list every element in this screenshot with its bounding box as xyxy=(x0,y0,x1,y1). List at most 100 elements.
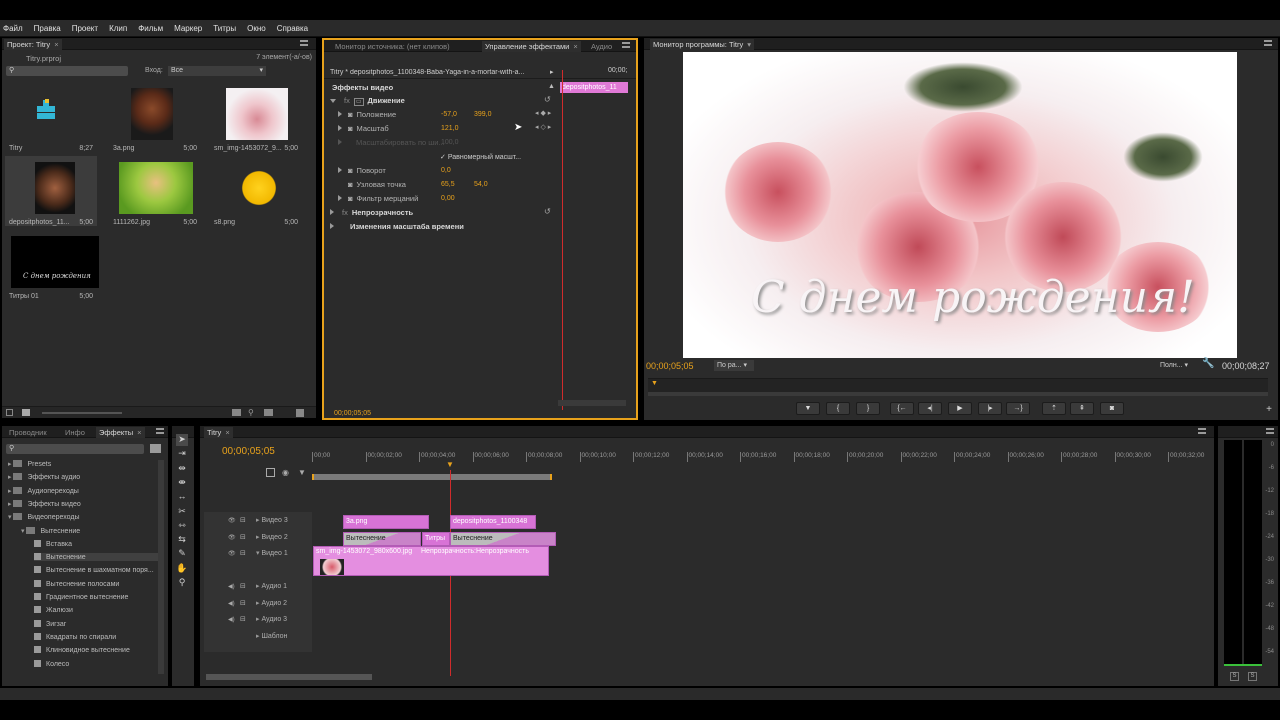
search-icon[interactable]: ⚲ xyxy=(248,408,254,417)
search-input[interactable]: ⚲ xyxy=(6,66,128,76)
project-item-titry[interactable]: Titry 8;27 xyxy=(5,82,97,152)
menu-item[interactable]: Маркер xyxy=(174,24,202,33)
eye-icon[interactable]: 👁 xyxy=(228,534,240,541)
timeline-playhead-marker[interactable]: ▼ xyxy=(446,460,454,469)
opacity-row[interactable]: fx Непрозрачность xyxy=(330,206,413,219)
eye-icon[interactable]: 👁 xyxy=(228,550,240,557)
project-item-sm-img[interactable]: sm_img-1453072_9... 5;00 xyxy=(210,82,302,152)
track-header[interactable]: ◀) ⊟ ▸ Аудио 3 xyxy=(228,615,287,623)
effects-item[interactable]: Вставка xyxy=(34,539,72,548)
play-button[interactable]: ▶ xyxy=(948,402,972,415)
sync-lock-icon[interactable]: ⊟ xyxy=(240,533,256,541)
flicker-row[interactable]: ◙ Фильтр мерцаний xyxy=(338,192,418,205)
keyframe-nav-icon[interactable]: ◂ ◆ ▸ xyxy=(535,109,551,117)
transition-wipe-2[interactable]: Вытеснение xyxy=(450,532,556,546)
project-item-3a[interactable]: 3a.png 5;00 xyxy=(109,82,201,152)
rotation-value[interactable]: 0,0 xyxy=(441,167,451,174)
tab-program-monitor[interactable]: Монитор программы: Titry ▾ xyxy=(650,39,755,50)
effects-item[interactable]: Зигзаг xyxy=(34,619,66,628)
effects-folder[interactable]: ▸ Presets xyxy=(8,460,51,468)
program-zoom-bar[interactable] xyxy=(648,392,1268,396)
track-header[interactable]: 👁 ⊟ ▸ Видео 3 xyxy=(228,516,288,524)
menu-item[interactable]: Окно xyxy=(247,24,266,33)
sync-lock-icon[interactable]: ⊟ xyxy=(240,615,256,623)
track-header[interactable]: ◀) ⊟ ▸ Аудио 2 xyxy=(228,599,287,607)
clip-depositphotos[interactable]: depositphotos_1100348 xyxy=(450,515,536,529)
clip-3a-png[interactable]: 3a.png xyxy=(343,515,429,529)
track-header[interactable]: ▸ Шаблон xyxy=(228,632,287,640)
effects-folder[interactable]: ▾ Видеопереходы xyxy=(8,513,80,521)
list-view-icon[interactable] xyxy=(6,409,13,416)
quality-select[interactable]: Полн... ▾ xyxy=(1160,360,1194,371)
anchor-row[interactable]: ◙ Узловая точка xyxy=(338,178,406,191)
sync-lock-icon[interactable]: ⊟ xyxy=(240,516,256,524)
effects-folder[interactable]: ▾ Вытеснение xyxy=(21,526,80,535)
step-forward-button[interactable]: |▸ xyxy=(978,402,1002,415)
tab-info[interactable]: Инфо xyxy=(62,427,88,438)
reset-icon[interactable]: ↺ xyxy=(544,207,551,216)
position-y-value[interactable]: 399,0 xyxy=(474,111,492,118)
new-bin-icon[interactable] xyxy=(150,444,161,453)
slip-tool-icon[interactable]: ⇿ xyxy=(176,520,188,532)
menu-item[interactable]: Справка xyxy=(277,24,308,33)
scale-value[interactable]: 121,0 xyxy=(441,125,459,132)
effects-folder[interactable]: ▸ Аудиопереходы xyxy=(8,486,79,495)
menu-item[interactable]: Файл xyxy=(3,24,23,33)
position-row[interactable]: ◙ Положение xyxy=(338,108,396,121)
project-item-depositphotos[interactable]: depositphotos_11... 5;00 xyxy=(5,156,97,226)
extract-button[interactable]: ⇞ xyxy=(1070,402,1094,415)
effects-folder[interactable]: ▸ Эффекты аудио xyxy=(8,473,80,481)
snap-icon[interactable] xyxy=(266,468,275,477)
motion-row[interactable]: fx ▭ Движение xyxy=(330,94,405,107)
playhead-icon[interactable]: ▼ xyxy=(651,380,658,387)
sync-lock-icon[interactable]: ⊟ xyxy=(240,599,256,607)
go-to-out-button[interactable]: →} xyxy=(1006,402,1030,415)
program-ruler[interactable]: ▼ xyxy=(648,378,1268,392)
position-x-value[interactable]: -57,0 xyxy=(441,111,457,118)
effects-item[interactable]: Квадраты по спирали xyxy=(34,632,116,641)
tab-audio-mixer[interactable]: Аудио xyxy=(588,41,615,52)
reset-icon[interactable]: ↺ xyxy=(544,95,551,104)
track-header[interactable]: ◀) ⊟ ▸ Аудио 1 xyxy=(228,582,287,590)
go-to-in-button[interactable]: {← xyxy=(890,402,914,415)
marker-icon[interactable]: ◉ xyxy=(282,468,289,477)
transition-wipe-1[interactable]: Вытеснение xyxy=(343,532,421,546)
panel-menu-icon[interactable] xyxy=(1198,428,1206,434)
zoom-tool-icon[interactable]: ⚲ xyxy=(176,577,188,589)
effects-folder[interactable]: ▸ Эффекты видео xyxy=(8,499,81,508)
panel-menu-icon[interactable] xyxy=(156,428,164,434)
hand-tool-icon[interactable]: ✋ xyxy=(176,563,188,575)
in-select[interactable]: Все ▾ xyxy=(168,66,266,76)
clip-titles[interactable]: Титры xyxy=(422,532,450,546)
mark-out-button[interactable]: } xyxy=(856,402,880,415)
work-area-bar[interactable] xyxy=(312,474,552,480)
icon-view-icon[interactable] xyxy=(22,409,30,416)
panel-menu-icon[interactable] xyxy=(1264,40,1272,46)
tab-project[interactable]: Проект: Titry × xyxy=(4,39,62,50)
project-item-titles01[interactable]: С днем рождения Титры 01 5;00 xyxy=(5,230,99,300)
effects-search-input[interactable]: ⚲ xyxy=(6,444,144,454)
effects-item[interactable]: Клиновидное вытеснение xyxy=(34,646,130,654)
ripple-edit-tool-icon[interactable]: ⇹ xyxy=(176,463,188,475)
keyframe-nav-icon[interactable]: ◂ ◇ ▸ xyxy=(535,123,551,131)
slide-tool-icon[interactable]: ⇆ xyxy=(176,534,188,546)
tab-effects[interactable]: Эффекты × xyxy=(96,427,145,438)
menu-item[interactable]: Фильм xyxy=(138,24,163,33)
selection-tool-icon[interactable]: ➤ xyxy=(176,434,188,446)
menu-item[interactable]: Проект xyxy=(72,24,98,33)
rotation-row[interactable]: ◙ Поворот xyxy=(338,164,386,177)
uniform-scale-checkbox[interactable]: ✓ Равномерный масшт... xyxy=(440,153,521,161)
project-item-1111262[interactable]: 1111262.jpg 5;00 xyxy=(109,156,201,226)
mark-in-button[interactable]: { xyxy=(826,402,850,415)
speaker-icon[interactable]: ◀) xyxy=(228,583,240,590)
anchor-y-value[interactable]: 54,0 xyxy=(474,181,488,188)
add-button-icon[interactable]: + xyxy=(1266,404,1272,415)
fit-select[interactable]: По ра... ▾ xyxy=(714,360,754,371)
flicker-value[interactable]: 0,00 xyxy=(441,195,455,202)
track-header[interactable]: 👁 ⊟ ▸ Видео 2 xyxy=(228,533,288,541)
menu-item[interactable]: Правка xyxy=(34,24,61,33)
rate-stretch-tool-icon[interactable]: ↔ xyxy=(176,491,188,503)
menu-item[interactable]: Клип xyxy=(109,24,127,33)
add-marker-button[interactable]: ▼ xyxy=(796,402,820,415)
time-remap-row[interactable]: Изменения масштаба времени xyxy=(330,220,464,233)
